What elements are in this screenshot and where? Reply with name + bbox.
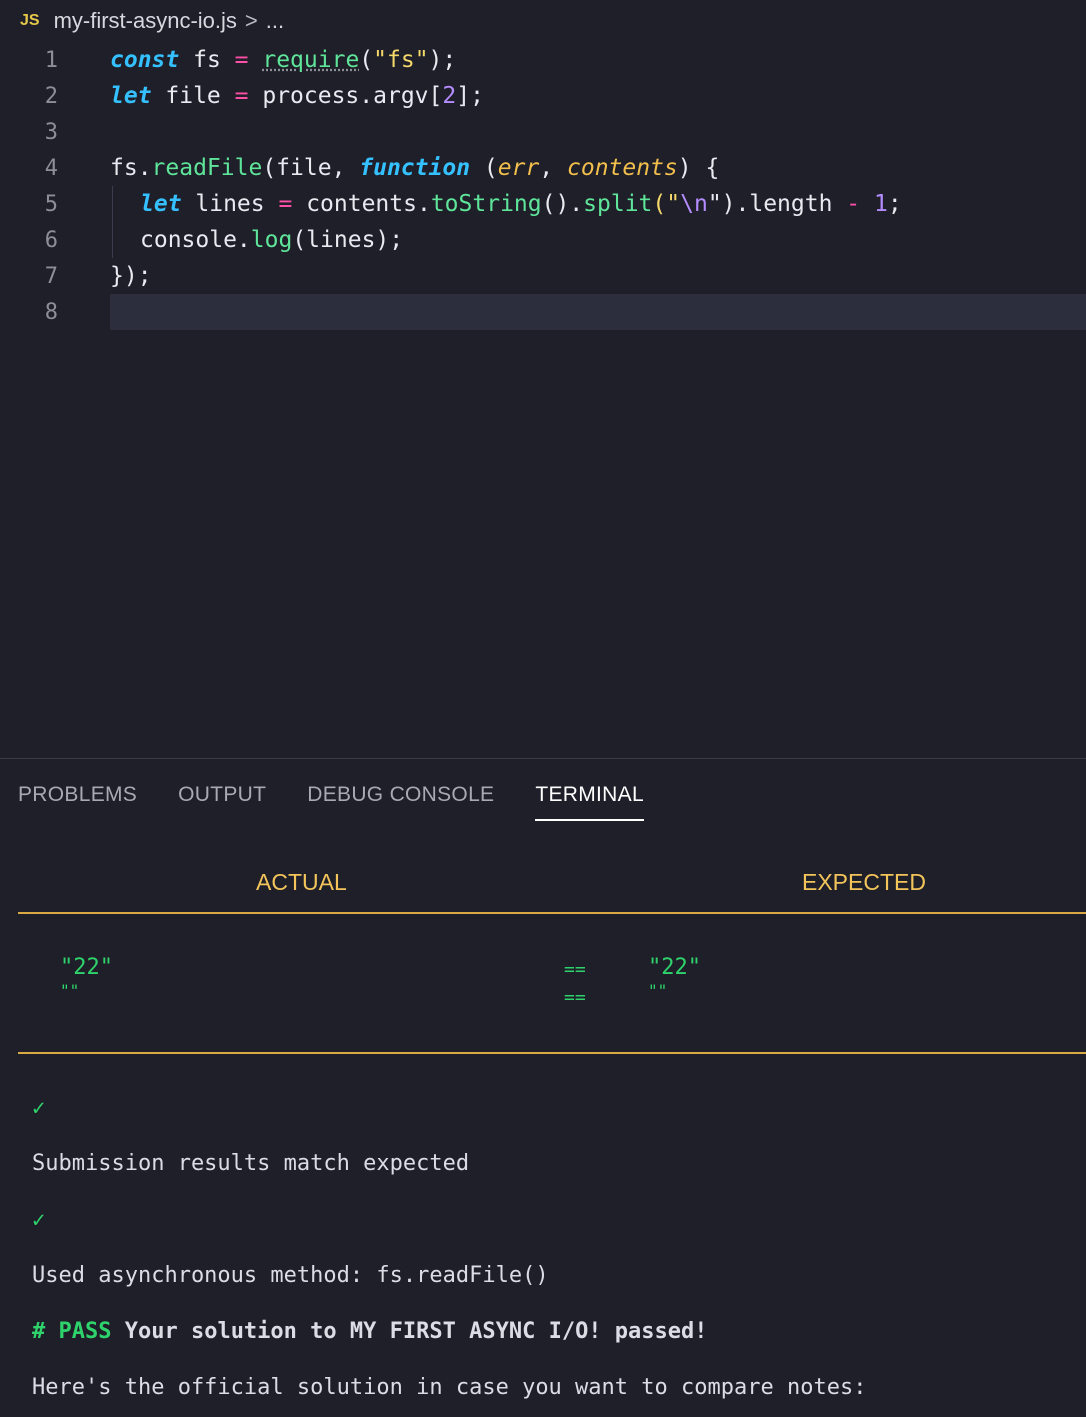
divider-bottom bbox=[18, 1052, 1086, 1054]
code-text: fs.readFile(file, function (err, content… bbox=[110, 155, 720, 181]
actual-value-2: "" bbox=[60, 981, 80, 1000]
code-line-3[interactable]: 3 bbox=[0, 114, 1086, 150]
line-number: 4 bbox=[44, 155, 58, 181]
line-number: 3 bbox=[44, 119, 58, 145]
code-line-8[interactable]: 8 bbox=[0, 294, 1086, 330]
pass-tag: # PASS bbox=[32, 1319, 112, 1344]
code-text: let file = process.argv[2]; bbox=[110, 83, 484, 109]
code-text: let lines = contents.toString().split("\… bbox=[140, 191, 902, 217]
check-icon: ✓ bbox=[32, 1208, 46, 1233]
bottom-panel: PROBLEMS OUTPUT DEBUG CONSOLE TERMINAL A… bbox=[0, 758, 1086, 1417]
breadcrumb[interactable]: JS my-first-async-io.js > ... bbox=[0, 0, 1086, 42]
line-number: 6 bbox=[44, 227, 58, 253]
actual-value-1: "22" bbox=[60, 955, 113, 980]
tab-problems[interactable]: PROBLEMS bbox=[18, 783, 137, 821]
check-icon: ✓ bbox=[32, 1096, 46, 1121]
line-number: 7 bbox=[44, 263, 58, 289]
code-line-1[interactable]: 1 const fs = require("fs"); bbox=[0, 42, 1086, 78]
chevron-right-icon: > bbox=[244, 8, 258, 33]
actual-header: ACTUAL bbox=[256, 869, 347, 895]
tab-output[interactable]: OUTPUT bbox=[178, 783, 266, 821]
equals-operator-1: == bbox=[564, 959, 586, 980]
line-number: 8 bbox=[44, 299, 58, 325]
line-number: 1 bbox=[44, 47, 58, 73]
expected-header: EXPECTED bbox=[802, 869, 926, 895]
result-match-line: Submission results match expected bbox=[32, 1151, 470, 1176]
code-line-5[interactable]: 5 let lines = contents.toString().split(… bbox=[0, 186, 1086, 222]
line-number: 2 bbox=[44, 83, 58, 109]
code-text: }); bbox=[110, 263, 152, 289]
official-solution-line: Here's the official solution in case you… bbox=[32, 1375, 867, 1400]
code-line-6[interactable]: 6 console.log(lines); bbox=[0, 222, 1086, 258]
pass-text: Your solution to MY FIRST ASYNC I/O! pas… bbox=[111, 1319, 708, 1344]
code-line-4[interactable]: 4 fs.readFile(file, function (err, conte… bbox=[0, 150, 1086, 186]
panel-tabs: PROBLEMS OUTPUT DEBUG CONSOLE TERMINAL bbox=[18, 783, 644, 821]
pass-line: # PASS Your solution to MY FIRST ASYNC I… bbox=[32, 1319, 708, 1344]
breadcrumb-file-name[interactable]: my-first-async-io.js bbox=[54, 8, 237, 34]
code-editor[interactable]: 1 const fs = require("fs"); 2 let file =… bbox=[0, 42, 1086, 758]
code-text: const fs = require("fs"); bbox=[110, 47, 457, 73]
code-line-2[interactable]: 2 let file = process.argv[2]; bbox=[0, 78, 1086, 114]
breadcrumb-more[interactable]: ... bbox=[266, 8, 284, 34]
expected-value-1: "22" bbox=[648, 955, 701, 980]
code-line-7[interactable]: 7 }); bbox=[0, 258, 1086, 294]
javascript-file-icon: JS bbox=[20, 12, 40, 29]
tab-terminal[interactable]: TERMINAL bbox=[535, 783, 644, 821]
expected-value-2: "" bbox=[648, 981, 668, 1000]
equals-operator-2: == bbox=[564, 987, 586, 1008]
async-method-line: Used asynchronous method: fs.readFile() bbox=[32, 1263, 549, 1288]
line-number: 5 bbox=[44, 191, 58, 217]
tab-debug-console[interactable]: DEBUG CONSOLE bbox=[307, 783, 494, 821]
divider-top bbox=[18, 912, 1086, 914]
code-text: console.log(lines); bbox=[140, 227, 404, 253]
